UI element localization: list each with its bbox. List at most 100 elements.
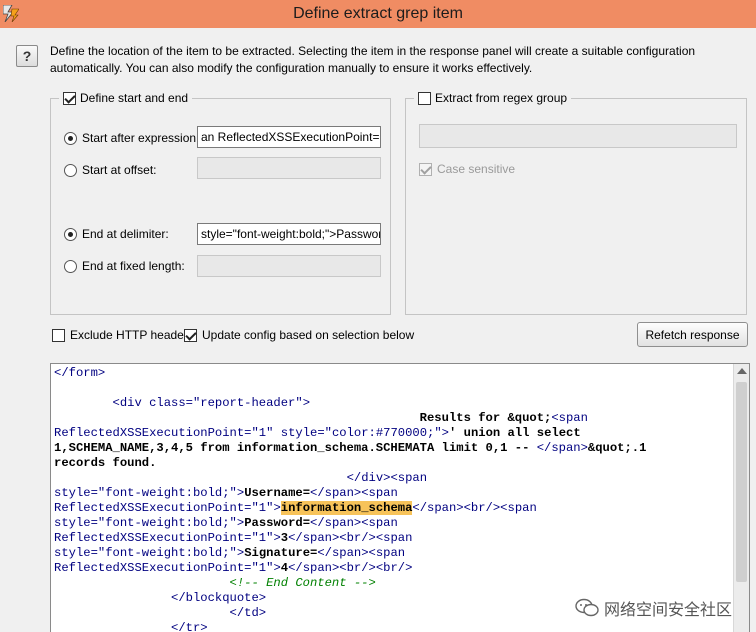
code-line[interactable]: Results for &quot;<span: [54, 411, 646, 426]
end-fixed-length-label: End at fixed length:: [82, 259, 185, 273]
code-line[interactable]: [54, 381, 646, 396]
case-sensitive-label: Case sensitive: [437, 162, 516, 176]
code-token: >: [273, 531, 281, 545]
code-token: </span>: [536, 441, 588, 455]
code-line[interactable]: ReflectedXSSExecutionPoint="1">informati…: [54, 501, 646, 516]
code-token: </span><br/><span: [288, 531, 413, 545]
code-token: ' union all select: [449, 426, 581, 440]
code-token: >: [302, 396, 311, 410]
regex-group-checkbox[interactable]: [418, 91, 431, 105]
code-line[interactable]: 1,SCHEMA_NAME,3,4,5 from information_sch…: [54, 441, 646, 456]
code-token: &quot;.1: [587, 441, 647, 455]
code-line[interactable]: style="font-weight:bold;">Signature=</sp…: [54, 546, 646, 561]
code-line[interactable]: </blockquote>: [54, 591, 646, 606]
app-logo-icon: [3, 5, 19, 22]
code-token: >: [441, 426, 449, 440]
refetch-response-button[interactable]: Refetch response: [637, 322, 748, 347]
code-line[interactable]: style="font-weight:bold;">Password=</spa…: [54, 516, 646, 531]
code-token: 4: [280, 561, 289, 575]
exclude-headers-checkbox[interactable]: [52, 328, 65, 342]
code-token: "1": [251, 501, 274, 515]
code-line[interactable]: </form>: [54, 366, 646, 381]
code-token: Username=: [244, 486, 311, 500]
regex-panel: Extract from regex group Case sensitive: [405, 90, 747, 315]
code-token: ReflectedXSSExecutionPoint=: [54, 426, 252, 440]
code-token: style=: [54, 516, 98, 530]
dialog-description: Define the location of the item to be ex…: [50, 44, 696, 75]
code-line[interactable]: records found.: [54, 456, 646, 471]
response-code[interactable]: </form> <div class="report-header"> Resu…: [54, 366, 646, 632]
end-delimiter-label: End at delimiter:: [82, 227, 169, 241]
scroll-up-icon[interactable]: [737, 368, 747, 374]
code-token: </span><span: [317, 546, 406, 560]
start-end-legend: Define start and end: [59, 90, 193, 106]
start-offset-radio[interactable]: [64, 163, 77, 177]
regex-legend: Extract from regex group: [414, 90, 572, 106]
code-line[interactable]: ReflectedXSSExecutionPoint="1">3</span><…: [54, 531, 646, 546]
end-fixed-length-option[interactable]: End at fixed length:: [64, 259, 185, 273]
response-panel[interactable]: </form> <div class="report-header"> Resu…: [50, 363, 750, 632]
start-after-input[interactable]: an ReflectedXSSExecutionPoint="1">: [197, 126, 381, 148]
define-start-end-checkbox[interactable]: [63, 91, 76, 105]
scroll-thumb[interactable]: [736, 382, 747, 582]
define-start-end-label: Define start and end: [80, 91, 189, 105]
start-after-option[interactable]: Start after expression:: [64, 131, 199, 145]
code-token: Results for &quot;: [54, 411, 552, 425]
code-token: </span><span: [310, 486, 398, 500]
code-token: </div><span: [346, 471, 428, 485]
start-offset-label: Start at offset:: [82, 163, 157, 177]
code-token: records found.: [54, 456, 157, 470]
code-token: <span: [551, 411, 588, 425]
code-token: </span><br/><span: [412, 501, 537, 515]
code-line[interactable]: <div class="report-header">: [54, 396, 646, 411]
selected-text: information_schema: [280, 501, 413, 515]
code-line[interactable]: </div><span: [54, 471, 646, 486]
end-delimiter-option[interactable]: End at delimiter:: [64, 227, 169, 241]
start-offset-option[interactable]: Start at offset:: [64, 163, 156, 177]
code-token: "report-header": [192, 396, 303, 410]
update-config-checkbox[interactable]: [184, 328, 197, 342]
update-config-label: Update config based on selection below: [202, 328, 415, 342]
code-token: "color:#770000;": [324, 426, 442, 440]
code-token: Signature=: [244, 546, 318, 560]
exclude-headers-option[interactable]: Exclude HTTP headers: [52, 328, 194, 342]
code-token: style=: [54, 546, 98, 560]
start-offset-input: [197, 157, 381, 179]
code-line[interactable]: </tr>: [54, 621, 646, 632]
code-token: class=: [149, 396, 193, 410]
start-after-radio[interactable]: [64, 131, 77, 145]
dialog-window: Define extract grep item ? Define the lo…: [0, 0, 756, 632]
code-line[interactable]: style="font-weight:bold;">Username=</spa…: [54, 486, 646, 501]
window-title: Define extract grep item: [293, 5, 463, 22]
code-token: style=: [54, 486, 98, 500]
code-token: ReflectedXSSExecutionPoint=: [54, 561, 252, 575]
code-token: <div: [112, 396, 150, 410]
code-token: 1,SCHEMA_NAME,3,4,5 from information_sch…: [54, 441, 537, 455]
title-bar[interactable]: Define extract grep item: [0, 0, 756, 28]
end-delimiter-input[interactable]: style="font-weight:bold;">Password: [197, 223, 381, 245]
code-token: </span><span: [310, 516, 398, 530]
code-line[interactable]: ReflectedXSSExecutionPoint="1">4</span><…: [54, 561, 646, 576]
code-token: "font-weight:bold;": [97, 516, 237, 530]
code-token: </tr>: [171, 621, 208, 632]
vertical-scrollbar[interactable]: [733, 364, 749, 632]
code-line[interactable]: <!-- End Content -->: [54, 576, 646, 591]
code-token: >: [273, 501, 281, 515]
end-fixed-length-input: [197, 255, 381, 277]
code-line[interactable]: </td>: [54, 606, 646, 621]
end-fixed-length-radio[interactable]: [64, 259, 77, 273]
help-icon[interactable]: ?: [16, 45, 38, 67]
code-token: </td>: [229, 606, 267, 620]
update-config-option[interactable]: Update config based on selection below: [184, 328, 414, 342]
code-token: ReflectedXSSExecutionPoint=: [54, 531, 252, 545]
code-line[interactable]: ReflectedXSSExecutionPoint="1" style="co…: [54, 426, 646, 441]
case-sensitive-option: Case sensitive: [419, 162, 515, 176]
code-token: "font-weight:bold;": [97, 546, 237, 560]
code-token: </span><br/><br/>: [288, 561, 413, 575]
end-delimiter-radio[interactable]: [64, 227, 77, 241]
code-token: 3: [280, 531, 289, 545]
